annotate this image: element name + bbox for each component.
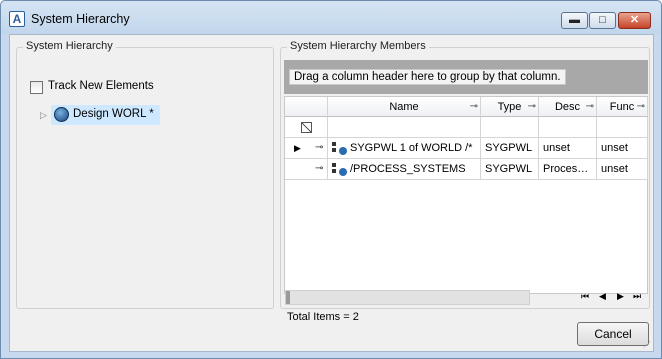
table-cell-type[interactable]: SYGPWL	[481, 159, 539, 180]
group-by-hint: Drag a column header here to group by th…	[289, 69, 566, 85]
system-hierarchy-window: A System Hierarchy ▬ □ ✕ System Hierarch…	[0, 0, 662, 359]
horizontal-scrollbar[interactable]	[285, 290, 530, 305]
hierarchy-element-icon	[331, 141, 347, 155]
filter-cell-type[interactable]	[481, 117, 539, 138]
column-header-name-label: Name	[389, 101, 419, 113]
close-button[interactable]: ✕	[618, 12, 651, 29]
table-row-header[interactable]: ⊸	[285, 159, 328, 180]
pin-icon[interactable]: ⊸	[470, 97, 478, 117]
column-header-type-label: Type	[497, 101, 522, 113]
members-grid[interactable]: Name ⊸ Type ⊸ Desc ⊸ Func ⊸ ▶ ⊸ SYGPWL 1…	[284, 96, 648, 294]
column-header-desc[interactable]: Desc ⊸	[539, 97, 597, 117]
row-header-corner	[285, 97, 328, 117]
maximize-icon: □	[599, 14, 606, 26]
table-cell-func[interactable]: unset	[597, 159, 648, 180]
group-title-system-hierarchy: System Hierarchy	[23, 40, 116, 52]
close-icon: ✕	[629, 14, 640, 26]
pin-icon[interactable]: ⊸	[637, 97, 645, 117]
filter-cell-desc[interactable]	[539, 117, 597, 138]
hierarchy-element-icon	[331, 162, 347, 176]
total-items-label: Total Items = 2	[287, 311, 359, 323]
group-title-members: System Hierarchy Members	[287, 40, 429, 52]
column-header-func[interactable]: Func ⊸	[597, 97, 648, 117]
tree-expand-icon[interactable]: ▷	[40, 110, 47, 121]
table-cell-func[interactable]: unset	[597, 138, 648, 159]
track-new-elements-checkbox[interactable]	[30, 81, 43, 94]
pin-icon[interactable]: ⊸	[586, 97, 594, 117]
previous-record-icon[interactable]: ◀	[599, 291, 606, 302]
column-header-func-label: Func	[609, 101, 635, 113]
current-row-arrow-icon: ▶	[294, 143, 301, 153]
filter-cell-name[interactable]	[328, 117, 481, 138]
window-title: System Hierarchy	[31, 12, 130, 26]
minimize-icon: ▬	[569, 14, 580, 26]
dialog-client-area: System Hierarchy Track New Elements ▷ De…	[9, 34, 654, 352]
filter-cell-func[interactable]	[597, 117, 648, 138]
column-header-desc-label: Desc	[554, 101, 581, 113]
table-cell-desc[interactable]: Proces…	[539, 159, 597, 180]
column-header-type[interactable]: Type ⊸	[481, 97, 539, 117]
system-hierarchy-members-group: System Hierarchy Members Drag a column h…	[280, 40, 650, 323]
tree-node-design-world[interactable]: Design WORL *	[51, 105, 160, 125]
filter-clear-icon[interactable]	[301, 122, 312, 133]
pin-icon[interactable]: ⊸	[315, 159, 323, 179]
scrollbar-thumb[interactable]	[286, 291, 290, 304]
next-record-icon[interactable]: ▶	[617, 291, 624, 302]
resize-grip-icon[interactable]: ⋰	[643, 340, 651, 349]
app-icon: A	[9, 11, 25, 27]
tree-node-label: Design WORL *	[73, 108, 154, 120]
column-header-name[interactable]: Name ⊸	[328, 97, 481, 117]
track-new-elements-label[interactable]: Track New Elements	[48, 80, 154, 92]
maximize-button[interactable]: □	[589, 12, 616, 29]
pin-icon[interactable]: ⊸	[315, 138, 323, 158]
last-record-icon[interactable]: ⏭	[633, 291, 641, 302]
minimize-button[interactable]: ▬	[561, 12, 588, 29]
table-cell-name[interactable]: SYGPWL 1 of WORLD /*	[328, 138, 481, 159]
table-cell-name[interactable]: /PROCESS_SYSTEMS	[328, 159, 481, 180]
cell-text: SYGPWL 1 of WORLD /*	[350, 142, 473, 154]
globe-icon	[54, 107, 69, 122]
title-bar[interactable]: A System Hierarchy ▬ □ ✕	[1, 1, 661, 34]
pin-icon[interactable]: ⊸	[528, 97, 536, 117]
first-record-icon[interactable]: ⏮	[581, 291, 589, 302]
table-cell-type[interactable]: SYGPWL	[481, 138, 539, 159]
table-cell-desc[interactable]: unset	[539, 138, 597, 159]
system-hierarchy-group: System Hierarchy Track New Elements ▷ De…	[16, 40, 274, 309]
cell-text: /PROCESS_SYSTEMS	[350, 163, 466, 175]
group-by-drop-zone[interactable]: Drag a column header here to group by th…	[284, 60, 648, 94]
table-row-header[interactable]: ▶ ⊸	[285, 138, 328, 159]
cancel-button[interactable]: Cancel	[577, 322, 649, 346]
